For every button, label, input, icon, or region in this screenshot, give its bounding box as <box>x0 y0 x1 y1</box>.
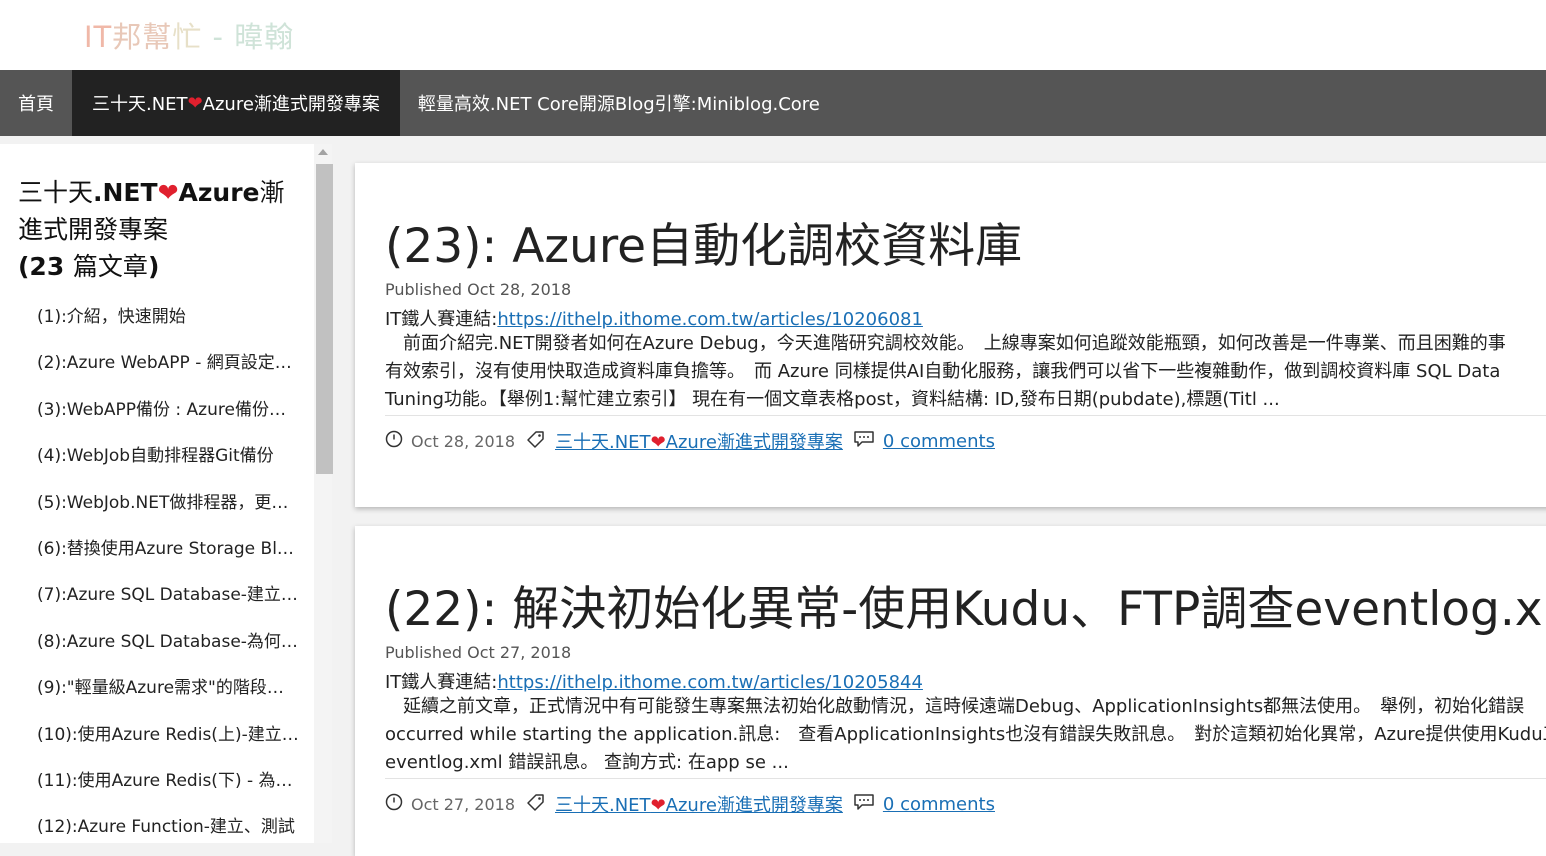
nav-item-azure-series[interactable]: 三十天.NET ❤ Azure漸進式開發專案 <box>72 70 400 136</box>
nav-item-label: 輕量高效.NET Core開源Blog引擎:Miniblog.Core <box>417 94 820 115</box>
divider <box>385 415 1546 416</box>
article-category-link[interactable]: 三十天.NET❤Azure漸進式開發專案 <box>555 428 843 454</box>
ithelp-link-label: IT鐵人賽連結: <box>385 672 498 693</box>
comment-icon <box>853 430 875 452</box>
site-title-part: IT <box>84 20 113 54</box>
article-meta: Oct 27, 2018 三十天.NET❤Azure漸進式開發專案 0 comm… <box>385 791 995 817</box>
nav-item-home[interactable]: 首頁 <box>0 70 72 136</box>
article-comments-link[interactable]: 0 comments <box>883 794 995 815</box>
series-list-item[interactable]: (2):Azure WebAPP - 網頁設定、網域設定 <box>37 340 299 386</box>
site-title-part: - 暐翰 <box>202 20 295 54</box>
heart-icon: ❤ <box>650 432 666 453</box>
ithelp-link[interactable]: https://ithelp.ithome.com.tw/articles/10… <box>497 309 923 330</box>
series-list-item[interactable]: (10):使用Azure Redis(上)-建立、連線 <box>37 712 299 758</box>
excerpt-line: Tuning功能。【舉例1:幫忙建立索引】 現在有一個文章表格post，資料結構… <box>385 389 1280 410</box>
article-card: (23): Azure自動化調校資料庫 Published Oct 28, 20… <box>355 163 1546 507</box>
sidebar: 三十天.NET❤Azure漸進式開發專案 (23 篇文章) (1):介紹，快速開… <box>0 144 314 843</box>
ithelp-link[interactable]: https://ithelp.ithome.com.tw/articles/10… <box>497 672 923 693</box>
article-ithelp-link-line: IT鐵人賽連結:https://ithelp.ithome.com.tw/art… <box>385 305 923 331</box>
excerpt-line: eventlog.xml 錯誤訊息。 查詢方式: 在app se ... <box>385 752 789 773</box>
article-meta: Oct 28, 2018 三十天.NET❤Azure漸進式開發專案 0 comm… <box>385 428 995 454</box>
clock-icon <box>385 430 403 452</box>
series-list: (1):介紹，快速開始 (2):Azure WebAPP - 網頁設定、網域設定… <box>37 294 299 843</box>
site-title-part: 邦幫 <box>112 20 173 54</box>
comment-icon <box>853 793 875 815</box>
excerpt-line: 延續之前文章，正式情況中有可能發生專案無法初始化啟動情況，這時候遠端Debug、… <box>385 696 1525 717</box>
excerpt-line: occurred while starting the application.… <box>385 724 1546 745</box>
divider <box>385 778 1546 779</box>
series-list-item[interactable]: (3):WebAPP備份 : Azure備份、Git備份 <box>37 387 299 433</box>
tag-icon <box>525 429 547 453</box>
nav-item-label: 三十天.NET <box>92 94 188 115</box>
series-list-item[interactable]: (1):介紹，快速開始 <box>37 294 299 340</box>
scrollbar-thumb[interactable] <box>316 164 333 474</box>
nav-item-label: 首頁 <box>18 94 54 115</box>
series-list-item[interactable]: (12):Azure Function-建立、測試 <box>37 804 299 843</box>
ithelp-link-label: IT鐵人賽連結: <box>385 309 498 330</box>
series-list-item[interactable]: (5):WebJob.NET做排程器，更方便 <box>37 480 299 526</box>
article-excerpt: 前面介紹完.NET開發者如何在Azure Debug，今天進階研究調校效能。 上… <box>385 330 1546 414</box>
series-list-item[interactable]: (4):WebJob自動排程器Git備份 <box>37 433 299 479</box>
article-comments-link[interactable]: 0 comments <box>883 431 995 452</box>
article-published-date: Published Oct 27, 2018 <box>385 643 572 662</box>
series-list-item[interactable]: (11):使用Azure Redis(下) - 為何使用 <box>37 758 299 804</box>
article-category-link[interactable]: 三十天.NET❤Azure漸進式開發專案 <box>555 791 843 817</box>
heart-icon: ❤ <box>650 795 666 816</box>
scroll-up-arrow-icon[interactable] <box>318 149 328 155</box>
sidebar-series-title: 三十天.NET❤Azure漸進式開發專案 (23 篇文章) <box>18 178 285 281</box>
series-list-item[interactable]: (6):替換使用Azure Storage Blob存放檔案 <box>37 526 299 572</box>
series-list-item[interactable]: (9):"輕量級Azure需求"的階段性總結 <box>37 665 299 711</box>
site-header: IT邦幫忙 - 暐翰 <box>0 0 1546 70</box>
article-date: Oct 27, 2018 <box>411 794 515 814</box>
article-title[interactable]: (23): Azure自動化調校資料庫 <box>385 207 1022 276</box>
excerpt-line: 前面介紹完.NET開發者如何在Azure Debug，今天進階研究調校效能。 上… <box>385 333 1506 354</box>
series-list-item[interactable]: (7):Azure SQL Database-建立、連線 <box>37 572 299 618</box>
article-published-date: Published Oct 28, 2018 <box>385 280 572 299</box>
nav-item-label: Azure漸進式開發專案 <box>202 94 380 115</box>
article-date: Oct 28, 2018 <box>411 431 515 451</box>
top-nav: 首頁 三十天.NET ❤ Azure漸進式開發專案 輕量高效.NET Core開源B… <box>0 70 1546 136</box>
site-title[interactable]: IT邦幫忙 - 暐翰 <box>84 14 294 56</box>
heart-icon: ❤ <box>187 92 203 114</box>
excerpt-line: 有效索引，沒有使用快取造成資料庫負擔等。 而 Azure 同樣提供AI自動化服務… <box>385 361 1501 382</box>
heart-icon: ❤ <box>157 178 179 207</box>
article-excerpt: 延續之前文章，正式情況中有可能發生專案無法初始化啟動情況，這時候遠端Debug、… <box>385 693 1546 777</box>
clock-icon <box>385 793 403 815</box>
article-card: (22): 解決初始化異常-使用Kudu、FTP調查eventlog.xml P… <box>355 526 1546 856</box>
nav-item-miniblog[interactable]: 輕量高效.NET Core開源Blog引擎:Miniblog.Core <box>400 70 838 136</box>
site-title-part: 忙 <box>172 20 203 54</box>
series-list-item[interactable]: (8):Azure SQL Database-為何使用 <box>37 619 299 665</box>
tag-icon <box>525 792 547 816</box>
article-title[interactable]: (22): 解決初始化異常-使用Kudu、FTP調查eventlog.xml <box>385 570 1546 639</box>
article-ithelp-link-line: IT鐵人賽連結:https://ithelp.ithome.com.tw/art… <box>385 668 923 694</box>
sidebar-scrollbar[interactable] <box>314 144 333 843</box>
